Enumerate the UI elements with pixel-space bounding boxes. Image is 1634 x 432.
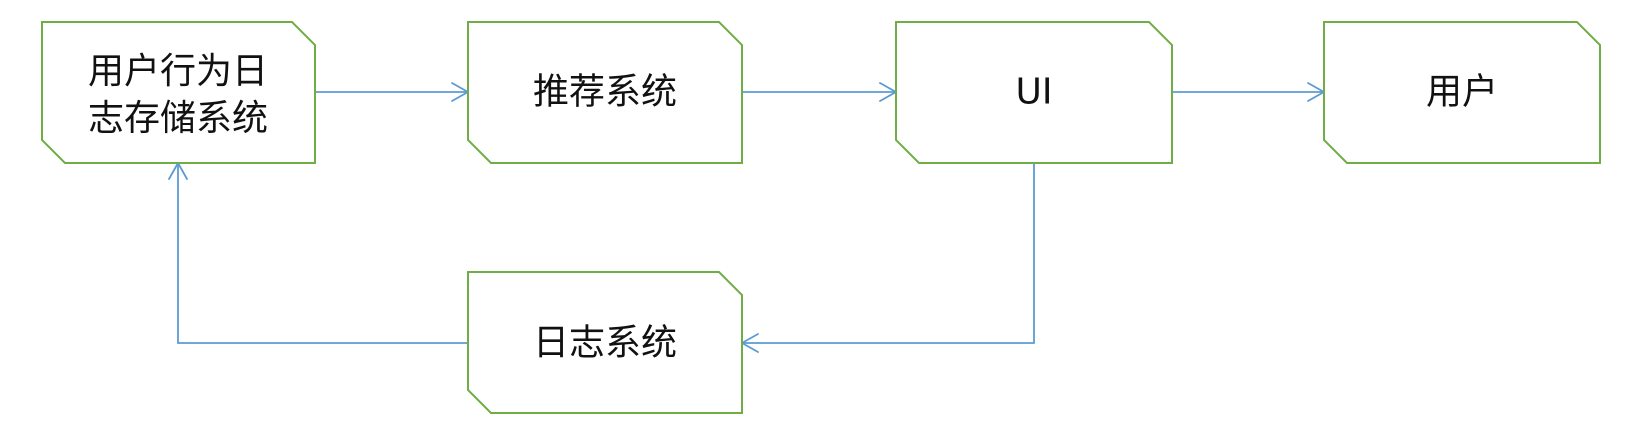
node-ui-label: UI (1016, 72, 1053, 113)
node-user-label: 用户 (1426, 72, 1498, 113)
node-log-system: 日志系统 (467, 271, 743, 414)
edge-ui-to-log-system (741, 163, 1035, 353)
node-ui: UI (895, 21, 1173, 164)
flow-diagram: 用户行为日 志存储系统 推荐系统 UI 用户 日志系统 (41, 21, 1601, 414)
node-log-system-label: 日志系统 (533, 323, 677, 364)
node-recommend-system: 推荐系统 (467, 21, 743, 164)
node-log-storage: 用户行为日 志存储系统 (41, 21, 316, 164)
edge-ui-to-user (1172, 82, 1325, 102)
edge-log-system-to-log-storage (168, 162, 468, 344)
edge-log-storage-to-recommend (315, 82, 469, 102)
node-user: 用户 (1323, 21, 1601, 164)
node-log-storage-label-line1: 用户行为日 (88, 51, 268, 92)
node-recommend-system-label: 推荐系统 (533, 72, 677, 113)
node-log-storage-label-line2: 志存储系统 (88, 98, 268, 139)
edge-recommend-to-ui (742, 82, 897, 102)
